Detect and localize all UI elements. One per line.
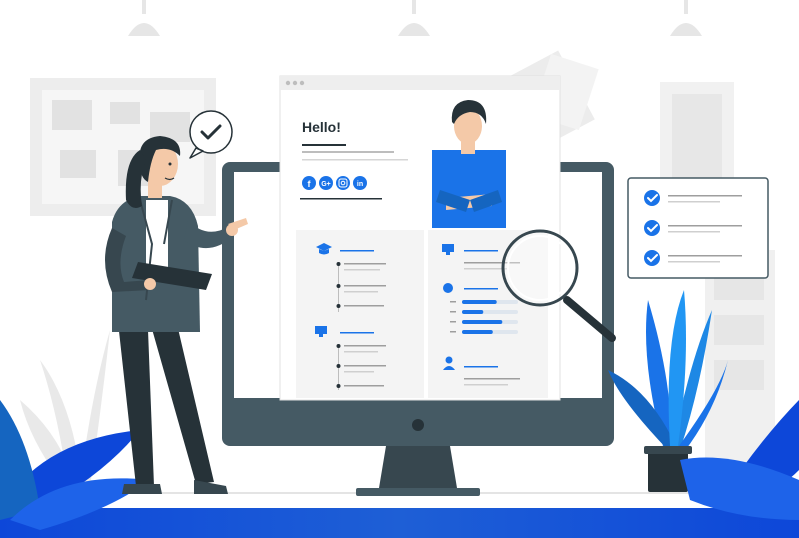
bottom-blue-band xyxy=(0,508,799,538)
svg-text:G+: G+ xyxy=(321,181,331,188)
svg-text:in: in xyxy=(357,181,363,188)
monitor-power-dot xyxy=(412,419,424,431)
text-line xyxy=(302,151,394,153)
illustration-scene: f G+ in Hello! xyxy=(0,0,799,538)
text-line xyxy=(300,198,382,200)
skill-label-line xyxy=(450,331,456,333)
check-circle-icon xyxy=(644,220,660,236)
text-line xyxy=(344,269,380,271)
checklist-line xyxy=(668,225,742,227)
ceiling-lamp-left xyxy=(128,0,160,36)
monitor-base xyxy=(356,488,480,496)
text-line xyxy=(464,366,498,368)
resume-panel-left xyxy=(296,230,424,398)
text-line xyxy=(344,291,378,293)
check-circle-icon xyxy=(644,190,660,206)
text-line xyxy=(464,384,508,386)
text-line xyxy=(464,288,498,290)
monitor-stand xyxy=(378,446,458,494)
text-line xyxy=(340,332,374,334)
text-line xyxy=(302,159,408,161)
checklist-line xyxy=(668,201,720,203)
text-line xyxy=(344,385,384,387)
text-line xyxy=(344,345,386,347)
skill-label-line xyxy=(450,321,456,323)
text-line xyxy=(344,351,378,353)
instagram-icon xyxy=(336,176,350,190)
text-line xyxy=(340,250,374,252)
skill-bar-fill xyxy=(462,310,484,314)
skill-bar-fill xyxy=(462,300,497,304)
checklist-line xyxy=(668,255,742,257)
text-line xyxy=(344,285,386,287)
chat-bubble-icon xyxy=(443,283,453,293)
plant-pot xyxy=(648,448,688,492)
monitor-icon xyxy=(315,326,327,334)
resume-greeting: Hello! xyxy=(302,119,341,135)
ceiling-lamp-center xyxy=(398,0,430,36)
checklist-line xyxy=(668,261,720,263)
illustration-canvas: f G+ in xyxy=(0,0,799,538)
checklist-line xyxy=(668,195,742,197)
text-line xyxy=(464,250,498,252)
text-line xyxy=(302,144,346,146)
window-dot xyxy=(285,80,291,86)
skill-label-line xyxy=(450,301,456,303)
check-circle-icon xyxy=(644,250,660,266)
monitor-icon xyxy=(442,244,454,252)
text-line xyxy=(344,365,386,367)
background-bulletin-board xyxy=(30,78,216,216)
skill-label-line xyxy=(450,311,456,313)
ceiling-lamp-right xyxy=(670,0,702,36)
speech-bubble-check xyxy=(189,110,233,159)
window-dot xyxy=(299,80,305,86)
checklist-line xyxy=(668,231,720,233)
window-dot xyxy=(292,80,298,86)
skill-bar-fill xyxy=(462,330,493,334)
text-line xyxy=(344,263,386,265)
text-line xyxy=(344,305,384,307)
text-line xyxy=(464,378,520,380)
text-line xyxy=(464,268,508,270)
text-line xyxy=(344,371,374,373)
checklist-card xyxy=(627,177,769,279)
resume-top-bar xyxy=(280,76,560,90)
skill-bar-fill xyxy=(462,320,503,324)
